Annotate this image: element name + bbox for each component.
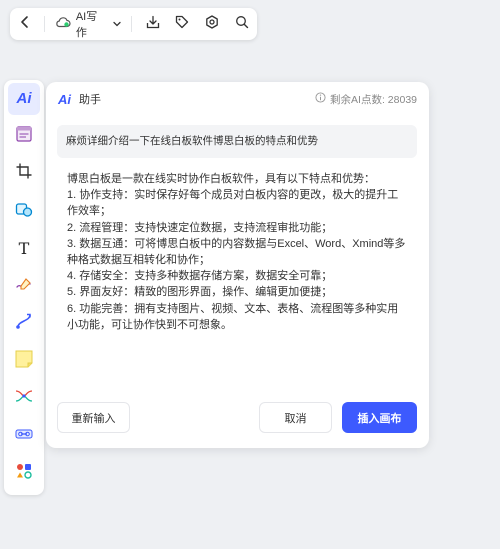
sidebar-item-shapes[interactable] xyxy=(4,193,44,231)
pen-icon xyxy=(15,275,33,298)
settings-icon xyxy=(205,14,219,34)
ai-write-dropdown[interactable]: AI写作 xyxy=(51,8,125,40)
sidebar-item-frame[interactable] xyxy=(4,118,44,156)
chevron-down-icon xyxy=(113,15,121,33)
panel-footer: 重新输入 取消 插入画布 xyxy=(57,402,417,434)
settings-button[interactable] xyxy=(197,8,227,40)
panel-title: 助手 xyxy=(79,94,101,106)
text-icon: T xyxy=(18,239,30,259)
toolbar-divider xyxy=(43,16,45,32)
ai-quota-text: 剩余AI点数: 28039 xyxy=(330,93,417,106)
search-button[interactable] xyxy=(227,8,257,40)
sidebar-item-text[interactable]: T xyxy=(4,230,44,268)
sticky-note-icon xyxy=(14,349,34,374)
crop-icon xyxy=(15,162,33,185)
sidebar-item-pen[interactable] xyxy=(4,268,44,306)
toolbar-divider xyxy=(130,16,132,32)
panel-header: Ai 助手 剩余AI点数: 28039 xyxy=(46,82,429,116)
ai-write-label: AI写作 xyxy=(75,11,98,39)
tool-sidebar: Ai T xyxy=(4,80,44,495)
tag-button[interactable] xyxy=(168,8,198,40)
sidebar-item-crop[interactable] xyxy=(4,155,44,193)
sidebar-item-sticky-note[interactable] xyxy=(4,343,44,381)
search-icon xyxy=(235,15,249,34)
frame-icon xyxy=(15,125,33,148)
ai-icon: Ai xyxy=(8,82,40,115)
back-icon xyxy=(18,15,32,34)
ai-answer-text: 博思白板是一款在线实时协作白板软件，具有以下特点和优势： 1. 协作支持：实时保… xyxy=(67,173,406,331)
more-tools-icon xyxy=(15,462,33,485)
cancel-button[interactable]: 取消 xyxy=(259,402,332,433)
sidebar-item-mindmap[interactable] xyxy=(4,380,44,418)
sidebar-item-link[interactable] xyxy=(4,418,44,456)
download-icon xyxy=(146,15,160,34)
ai-logo: Ai xyxy=(58,91,71,107)
cloud-icon xyxy=(55,15,71,33)
sidebar-item-connector[interactable] xyxy=(4,305,44,343)
tag-icon xyxy=(175,15,189,34)
sidebar-item-more-tools[interactable] xyxy=(4,455,44,493)
reset-input-button[interactable]: 重新输入 xyxy=(57,402,130,433)
mindmap-icon xyxy=(14,388,34,409)
ai-quota: 剩余AI点数: 28039 xyxy=(315,92,417,107)
link-icon xyxy=(15,427,33,446)
ai-assistant-panel: Ai 助手 剩余AI点数: 28039 麻烦详细介绍一下在线白板软件博思白板的特… xyxy=(46,82,429,448)
back-button[interactable] xyxy=(12,8,38,40)
download-button[interactable] xyxy=(138,8,168,40)
top-toolbar: AI写作 xyxy=(10,8,257,40)
user-question: 麻烦详细介绍一下在线白板软件博思白板的特点和优势 xyxy=(57,125,417,158)
sidebar-item-ai[interactable]: Ai xyxy=(4,80,44,118)
insert-canvas-button[interactable]: 插入画布 xyxy=(342,402,417,433)
info-icon xyxy=(315,92,326,106)
shapes-icon xyxy=(15,200,33,223)
connector-icon xyxy=(15,312,33,335)
ai-icon-label: Ai xyxy=(16,90,32,108)
